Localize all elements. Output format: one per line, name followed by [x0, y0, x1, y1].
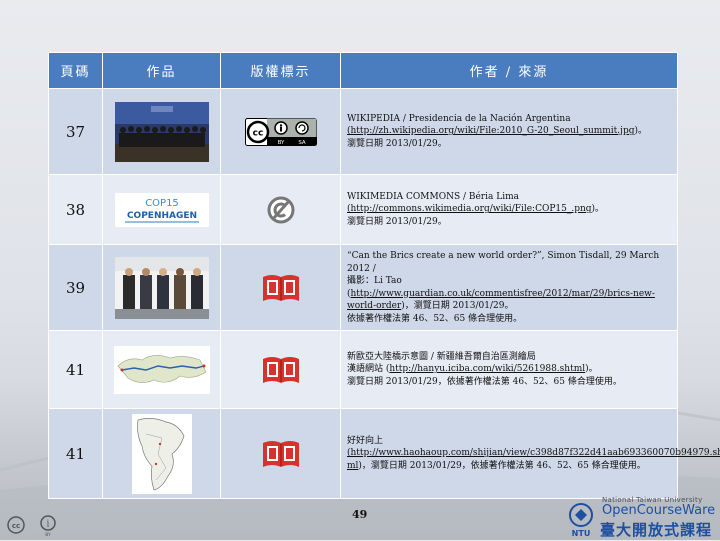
- source-line: 依據著作權法第 46、52、65 條合理使用。: [347, 313, 523, 324]
- source-link[interactable]: (http://commons.wikimedia.org/wiki/File:…: [347, 204, 592, 214]
- fair-use-book-icon: [262, 356, 299, 383]
- source-line: “Can the Brics create a new world order?…: [347, 251, 660, 274]
- header-work: 作品: [102, 52, 221, 89]
- copenhagen-text: COPENHAGEN: [126, 211, 196, 221]
- page-number-cell: 37: [48, 88, 103, 175]
- footer-cc-license: cc i BY: [6, 515, 66, 541]
- source-link[interactable]: ml: [347, 461, 358, 471]
- page-number-cell: 38: [48, 174, 103, 245]
- source-line: WIKIPEDIA / Presidencia de la Nación Arg…: [347, 113, 571, 124]
- source-link[interactable]: world-order: [347, 301, 401, 311]
- page-number-cell: 41: [48, 330, 103, 409]
- page-number-cell: 39: [48, 244, 103, 331]
- source-line: 新歐亞大陸橋示意圖 / 新疆維吾爾自治區測繪局: [347, 351, 536, 362]
- credits-table: 頁碼 作品 版權標示 作者 / 來源 37 cc BY SA WIKIPEDIA…: [48, 52, 720, 499]
- svg-text:NTU: NTU: [572, 529, 591, 538]
- source-link[interactable]: (http://www.haohaoup.com/shijian/view/c3…: [347, 448, 720, 458]
- svg-text:cc: cc: [252, 128, 263, 138]
- table-row: 39 “Can the Brics create a new world ord…: [48, 244, 678, 331]
- source-cell: WIKIMEDIA COMMONS / Béria Lima (http://c…: [340, 174, 678, 245]
- source-cell: 新歐亞大陸橋示意圖 / 新疆維吾爾自治區測繪局 漢語網站 (http://han…: [340, 330, 678, 409]
- table-row: 41 好好向上 (http://www.haohaoup.com/shijian…: [48, 408, 720, 499]
- page-number: 49: [352, 508, 368, 521]
- g20-summit-photo: [114, 101, 209, 162]
- table-header-row: 頁碼 作品 版權標示 作者 / 來源: [48, 52, 678, 89]
- public-domain-icon: [267, 196, 294, 223]
- ntu-emblem-icon: NTU: [569, 503, 593, 538]
- source-line: 瀏覽日期 2013/01/29。: [347, 138, 447, 149]
- svg-text:BY: BY: [277, 140, 284, 146]
- svg-text:BY: BY: [45, 532, 51, 537]
- source-line: 瀏覽日期 2013/01/29。: [347, 216, 447, 227]
- cc-by-sa-icon: cc BY SA: [244, 117, 317, 146]
- source-line: 瀏覽日期 2013/01/29，依據著作權法第 46、52、65 條合理使用。: [347, 376, 622, 387]
- cop15-text: COP15: [145, 198, 179, 209]
- ocw-chinese-name: 臺大開放式課程: [600, 521, 713, 539]
- cop15-logo-image: COP15 COPENHAGEN: [114, 192, 209, 227]
- source-link[interactable]: http://hanyu.iciba.com/wiki/5261988.shtm…: [389, 364, 585, 374]
- svg-text:cc: cc: [12, 522, 20, 530]
- source-cell: “Can the Brics create a new world order?…: [340, 244, 678, 331]
- fair-use-book-icon: [262, 274, 299, 301]
- page-number-cell: 41: [48, 408, 103, 499]
- table-row: 41 新歐亞大陸橋示意圖 / 新疆維吾爾自治區測繪局 漢語網站 (http://…: [48, 330, 678, 409]
- svg-text:i: i: [47, 520, 50, 530]
- source-line: WIKIMEDIA COMMONS / Béria Lima: [347, 191, 519, 202]
- source-line: 好好向上: [347, 435, 384, 446]
- svg-text:SA: SA: [298, 140, 306, 146]
- southeast-asia-map: [131, 413, 192, 494]
- eurasia-land-bridge-map: [113, 345, 210, 394]
- cc-by-footer-icon: cc i BY: [7, 515, 56, 538]
- source-link[interactable]: (http://zh.wikipedia.org/wiki/File:2010_…: [347, 126, 634, 136]
- source-cell: WIKIPEDIA / Presidencia de la Nación Arg…: [340, 88, 678, 175]
- fair-use-book-icon: [262, 440, 299, 467]
- brics-leaders-photo: [114, 256, 209, 319]
- table-row: 37 cc BY SA WIKIPEDIA / Presidencia de l…: [48, 88, 678, 175]
- header-license: 版權標示: [220, 52, 341, 89]
- ntu-ocw-logo: NTU National Taiwan University OpenCours…: [566, 496, 718, 540]
- header-page: 頁碼: [48, 52, 103, 89]
- source-cell: 好好向上 (http://www.haohaoup.com/shijian/vi…: [340, 408, 720, 499]
- header-source: 作者 / 來源: [340, 52, 678, 89]
- source-link[interactable]: http://www.guardian.co.uk/commentisfree/…: [351, 289, 655, 299]
- table-row: 38 COP15 COPENHAGEN WIKIMEDIA COMMONS / …: [48, 174, 678, 245]
- ocw-name: OpenCourseWare: [602, 503, 716, 518]
